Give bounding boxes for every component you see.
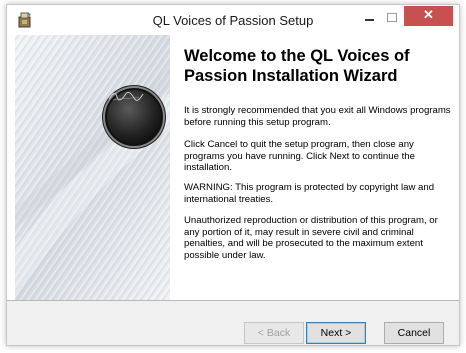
banner-background [15,35,170,300]
welcome-heading: Welcome to the QL Voices of Passion Inst… [184,47,410,85]
logo-script-mark [108,91,144,101]
cancel-button[interactable]: Cancel [384,322,444,344]
wizard-content: Welcome to the QL Voices of Passion Inst… [170,35,452,300]
setup-window: QL Voices of Passion Setup ✕ Welcome to … [6,4,460,346]
copyright-warning-paragraph: WARNING: This program is protected by co… [184,182,435,205]
close-button[interactable]: ✕ [404,6,453,26]
close-icon: ✕ [423,7,434,22]
maximize-button[interactable] [381,9,403,27]
title-bar[interactable]: QL Voices of Passion Setup ✕ [7,5,459,35]
back-button[interactable]: < Back [244,322,304,344]
wizard-side-banner [15,35,170,300]
instructions-paragraph: Click Cancel to quit the setup program, … [184,139,415,173]
ql-voices-of-passion-logo [105,88,163,146]
next-button[interactable]: Next > [306,322,366,344]
legal-notice-paragraph: Unauthorized reproduction or distributio… [184,215,438,261]
minimize-button[interactable] [358,9,380,27]
intro-paragraph: It is strongly recommended that you exit… [184,105,451,128]
